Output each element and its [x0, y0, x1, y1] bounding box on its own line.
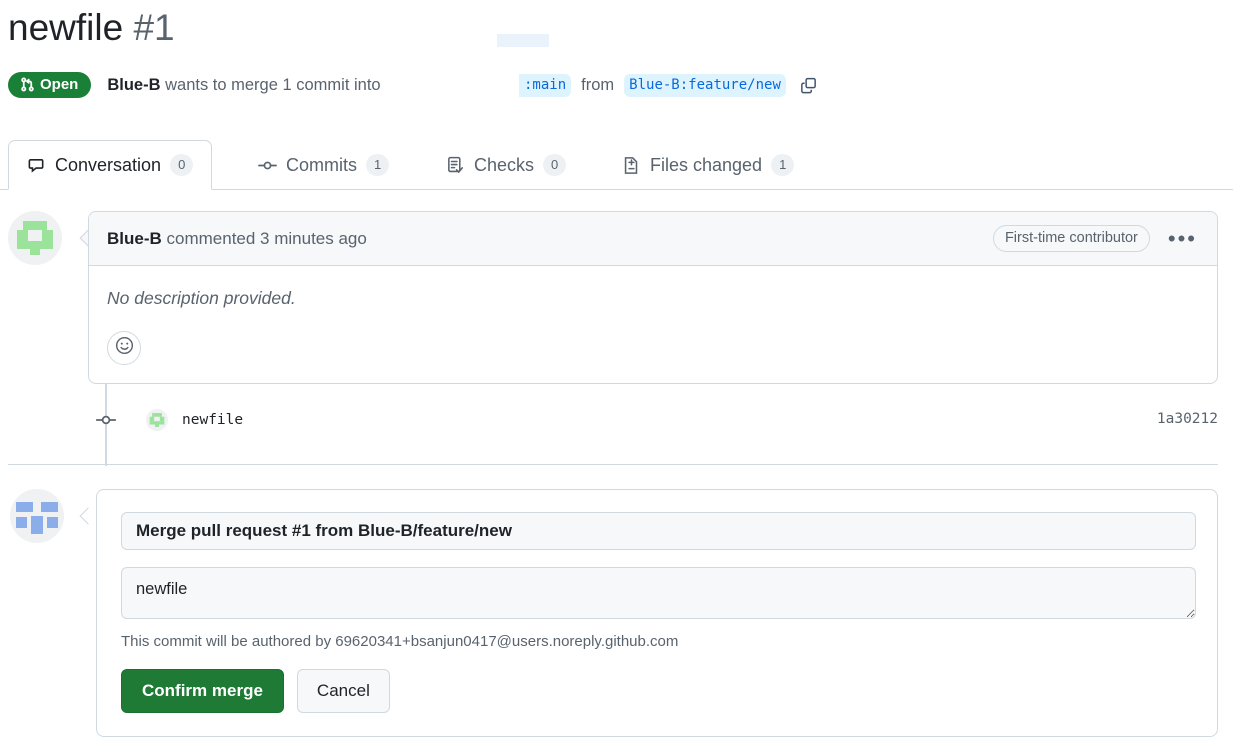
pr-subheader: Open Blue-B wants to merge 1 commit into	[8, 66, 381, 104]
status-badge-label: Open	[40, 76, 79, 93]
comment-header: Blue-B commented 3 minutes ago First-tim…	[89, 212, 1217, 266]
head-branch-chip[interactable]: Blue-B:feature/new	[624, 73, 786, 97]
kebab-horizontal-icon[interactable]: •••	[1168, 227, 1197, 250]
git-pull-request-icon	[20, 77, 35, 92]
comment-author-line: Blue-B commented 3 minutes ago	[107, 229, 367, 249]
tab-commits-label: Commits	[286, 154, 357, 175]
tab-conversation-label: Conversation	[55, 154, 162, 175]
file-diff-icon	[622, 156, 641, 175]
merge-box-tail	[79, 507, 97, 525]
pull-request-page: newfile #1 Open Blue-B wants to merge 1 …	[0, 0, 1233, 749]
tab-checks-label: Checks	[474, 154, 535, 175]
comment-card: Blue-B commented 3 minutes ago First-tim…	[88, 211, 1218, 384]
tab-checks-count: 0	[543, 154, 567, 176]
contributor-badge[interactable]: First-time contributor	[992, 224, 1150, 253]
merge-actions: Confirm merge Cancel	[121, 669, 1193, 713]
avatar[interactable]	[146, 409, 168, 431]
branch-row: :main from Blue-B:feature/new	[519, 66, 820, 104]
merge-commit-title-input[interactable]	[121, 512, 1196, 550]
add-reaction-button[interactable]	[107, 331, 141, 365]
timeline-commit-row: newfile	[96, 405, 243, 435]
comment-text: No description provided.	[107, 288, 296, 308]
identicon-green	[146, 409, 168, 431]
confirm-merge-button[interactable]: Confirm merge	[121, 669, 284, 713]
redacted-block	[497, 34, 549, 47]
commit-message[interactable]: newfile	[182, 412, 243, 428]
pr-meta-suffix: wants to merge 1 commit into	[160, 75, 381, 94]
tab-checks[interactable]: Checks 0	[428, 140, 584, 190]
tab-files-changed-count: 1	[771, 154, 795, 176]
merge-form: This commit will be authored by 69620341…	[96, 489, 1218, 737]
tab-commits-count: 1	[366, 154, 390, 176]
authored-by-note: This commit will be authored by 69620341…	[121, 633, 679, 650]
page-title: newfile #1	[8, 2, 175, 54]
avatar[interactable]	[8, 211, 62, 265]
tab-conversation-count: 0	[170, 154, 194, 176]
tab-files-changed-label: Files changed	[650, 154, 763, 175]
status-badge: Open	[8, 72, 92, 98]
avatar[interactable]	[10, 489, 64, 543]
comment-author[interactable]: Blue-B	[107, 229, 162, 248]
git-commit-icon	[96, 410, 116, 430]
base-branch-chip[interactable]: :main	[519, 73, 572, 97]
pr-tabs: Conversation 0 Commits 1 Checks 0 Files …	[0, 140, 1233, 190]
merge-meta-text: Blue-B wants to merge 1 commit into	[107, 77, 380, 94]
pr-title-text: newfile	[8, 7, 124, 48]
section-divider	[8, 464, 1218, 465]
tab-files-changed[interactable]: Files changed 1	[604, 140, 812, 190]
identicon-blue	[10, 489, 64, 543]
commit-sha[interactable]: 1a30212	[1157, 411, 1218, 427]
smiley-icon	[115, 336, 134, 360]
pr-author-name: Blue-B	[107, 75, 161, 94]
merge-commit-description-input[interactable]	[121, 567, 1196, 619]
comment-body: No description provided.	[89, 266, 1217, 383]
cancel-button[interactable]: Cancel	[296, 669, 390, 713]
comment-discussion-icon	[27, 156, 46, 175]
identicon-green	[8, 211, 62, 265]
tab-conversation[interactable]: Conversation 0	[8, 140, 213, 190]
git-commit-icon	[258, 156, 277, 175]
copy-icon[interactable]	[798, 74, 820, 96]
from-label: from	[581, 75, 615, 94]
comment-timestamp: commented 3 minutes ago	[161, 228, 367, 248]
pr-number: #1	[133, 7, 175, 48]
tab-commits[interactable]: Commits 1	[240, 140, 407, 190]
checklist-icon	[446, 156, 465, 175]
